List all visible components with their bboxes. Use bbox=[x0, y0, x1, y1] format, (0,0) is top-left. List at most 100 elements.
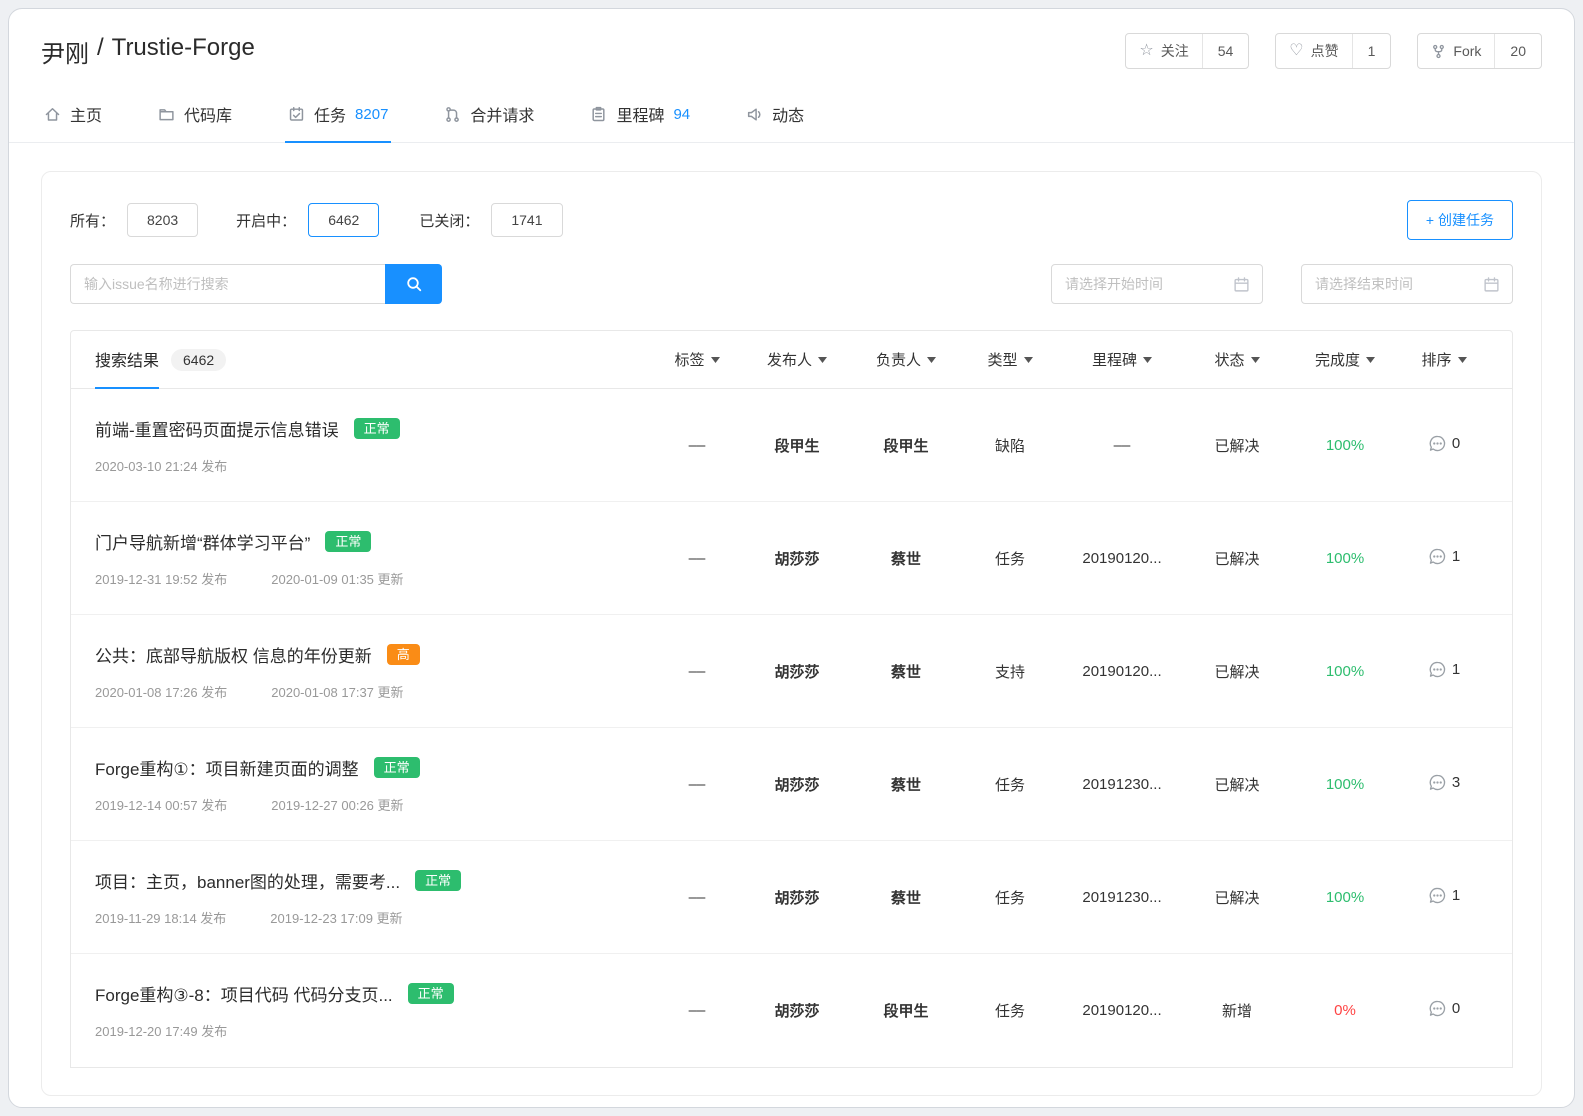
task-type: 支持 bbox=[960, 661, 1060, 682]
caret-down-icon bbox=[1024, 357, 1033, 363]
task-title-link[interactable]: 公共：底部导航版权 信息的年份更新 bbox=[95, 642, 372, 667]
watch-label: 关注 bbox=[1161, 41, 1189, 61]
comment-count: 0 bbox=[1452, 435, 1460, 452]
completion-value: 0% bbox=[1290, 1002, 1400, 1019]
search-icon bbox=[405, 275, 423, 293]
comment-count: 3 bbox=[1452, 774, 1460, 791]
caret-down-icon bbox=[927, 357, 936, 363]
filter-open-count[interactable]: 6462 bbox=[308, 203, 379, 237]
task-updated-time: 2020-01-09 01:35 更新 bbox=[271, 569, 403, 588]
column-header-status[interactable]: 状态 bbox=[1184, 331, 1290, 388]
comments-link[interactable]: 1 bbox=[1428, 886, 1460, 905]
task-meta: 2019-12-31 19:52 发布 2020-01-09 01:35 更新 bbox=[95, 569, 640, 588]
column-header-sort[interactable]: 排序 bbox=[1400, 331, 1488, 388]
tab-count: 94 bbox=[673, 106, 690, 123]
start-date-placeholder: 请选择开始时间 bbox=[1065, 274, 1163, 294]
column-header-milestone[interactable]: 里程碑 bbox=[1060, 331, 1184, 388]
watch-count[interactable]: 54 bbox=[1202, 34, 1249, 68]
priority-badge: 正常 bbox=[408, 983, 454, 1004]
search-results-tab[interactable]: 搜索结果 bbox=[95, 331, 159, 389]
tab-count: 8207 bbox=[355, 106, 388, 123]
priority-badge: 正常 bbox=[374, 757, 420, 778]
task-title-link[interactable]: 项目：主页，banner图的处理，需要考... bbox=[95, 868, 400, 893]
column-header-completion[interactable]: 完成度 bbox=[1290, 331, 1400, 388]
repo-name-link[interactable]: Trustie-Forge bbox=[112, 34, 255, 69]
task-title-link[interactable]: 门户导航新增“群体学习平台” bbox=[95, 529, 310, 554]
task-sort-cell: 1 bbox=[1400, 886, 1488, 909]
issue-search-input[interactable] bbox=[70, 264, 385, 304]
task-assignee: 段甲生 bbox=[852, 1000, 960, 1021]
task-sort-cell: 1 bbox=[1400, 660, 1488, 683]
filter-all-label: 所有： bbox=[70, 210, 115, 231]
column-header-type[interactable]: 类型 bbox=[960, 331, 1060, 388]
repo-owner-link[interactable]: 尹刚 bbox=[41, 34, 89, 69]
comments-link[interactable]: 0 bbox=[1428, 999, 1460, 1018]
comments-link[interactable]: 1 bbox=[1428, 660, 1460, 679]
tasks-panel: 所有： 8203 开启中： 6462 已关闭： 1741 + 创建任务 请选择开… bbox=[41, 171, 1542, 1096]
task-publisher: 胡莎莎 bbox=[742, 661, 852, 682]
activity-icon bbox=[746, 106, 763, 123]
table-row[interactable]: 项目：主页，banner图的处理，需要考... 正常 2019-11-29 18… bbox=[71, 841, 1512, 954]
task-created-time: 2019-12-14 00:57 发布 bbox=[95, 795, 227, 814]
task-sort-cell: 0 bbox=[1400, 434, 1488, 457]
comment-icon bbox=[1428, 434, 1447, 453]
date-filters: 请选择开始时间 请选择结束时间 bbox=[1051, 264, 1513, 304]
task-title-link[interactable]: Forge重构③-8：项目代码 代码分支页... bbox=[95, 981, 393, 1006]
praise-button[interactable]: ♡ 点赞 1 bbox=[1275, 33, 1391, 69]
task-created-time: 2020-01-08 17:26 发布 bbox=[95, 682, 227, 701]
caret-down-icon bbox=[711, 357, 720, 363]
column-header-tag[interactable]: 标签 bbox=[652, 331, 742, 388]
column-header-publisher[interactable]: 发布人 bbox=[742, 331, 852, 388]
tab-merge-requests[interactable]: 合并请求 bbox=[441, 87, 537, 142]
praise-count[interactable]: 1 bbox=[1352, 34, 1391, 68]
results-table: 搜索结果 6462 标签 发布人 负责人 类型 bbox=[70, 330, 1513, 1068]
task-type: 缺陷 bbox=[960, 435, 1060, 456]
watch-button[interactable]: ☆ 关注 54 bbox=[1125, 33, 1249, 69]
table-row[interactable]: Forge重构③-8：项目代码 代码分支页... 正常 2019-12-20 1… bbox=[71, 954, 1512, 1067]
caret-down-icon bbox=[1366, 357, 1375, 363]
start-date-picker[interactable]: 请选择开始时间 bbox=[1051, 264, 1263, 304]
tab-label: 主页 bbox=[70, 102, 102, 126]
comment-count: 0 bbox=[1452, 1000, 1460, 1017]
heart-icon: ♡ bbox=[1289, 43, 1303, 59]
calendar-icon bbox=[1483, 276, 1500, 293]
task-updated-time: 2020-01-08 17:37 更新 bbox=[271, 682, 403, 701]
repo-title-separator: / bbox=[97, 34, 104, 69]
column-header-assignee[interactable]: 负责人 bbox=[852, 331, 960, 388]
table-row[interactable]: 门户导航新增“群体学习平台” 正常 2019-12-31 19:52 发布 20… bbox=[71, 502, 1512, 615]
table-row[interactable]: Forge重构①：项目新建页面的调整 正常 2019-12-14 00:57 发… bbox=[71, 728, 1512, 841]
task-status: 已解决 bbox=[1184, 887, 1290, 908]
task-meta: 2020-01-08 17:26 发布 2020-01-08 17:37 更新 bbox=[95, 682, 640, 701]
fork-button[interactable]: Fork 20 bbox=[1417, 33, 1542, 69]
table-row[interactable]: 公共：底部导航版权 信息的年份更新 高 2020-01-08 17:26 发布 … bbox=[71, 615, 1512, 728]
comments-link[interactable]: 1 bbox=[1428, 547, 1460, 566]
task-created-time: 2019-12-20 17:49 发布 bbox=[95, 1021, 227, 1040]
filter-closed-count[interactable]: 1741 bbox=[491, 203, 562, 237]
search-button[interactable] bbox=[385, 264, 442, 304]
filter-all-count[interactable]: 8203 bbox=[127, 203, 198, 237]
tab-repository[interactable]: 代码库 bbox=[155, 87, 235, 142]
task-meta: 2019-12-14 00:57 发布 2019-12-27 00:26 更新 bbox=[95, 795, 640, 814]
filter-closed-label: 已关闭： bbox=[419, 210, 479, 231]
caret-down-icon bbox=[1251, 357, 1260, 363]
task-title-link[interactable]: Forge重构①：项目新建页面的调整 bbox=[95, 755, 359, 780]
repo-header: 尹刚 / Trustie-Forge ☆ 关注 54 ♡ 点赞 1 bbox=[9, 9, 1574, 87]
tab-milestones[interactable]: 里程碑 94 bbox=[587, 87, 693, 142]
table-row[interactable]: 前端-重置密码页面提示信息错误 正常 2020-03-10 21:24 发布 –… bbox=[71, 389, 1512, 502]
tab-tasks[interactable]: 任务 8207 bbox=[285, 87, 391, 142]
task-publisher: 胡莎莎 bbox=[742, 1000, 852, 1021]
tab-activity[interactable]: 动态 bbox=[743, 87, 807, 142]
task-created-time: 2019-11-29 18:14 发布 bbox=[95, 908, 226, 927]
comments-link[interactable]: 0 bbox=[1428, 434, 1460, 453]
end-date-picker[interactable]: 请选择结束时间 bbox=[1301, 264, 1513, 304]
app-window: 尹刚 / Trustie-Forge ☆ 关注 54 ♡ 点赞 1 bbox=[8, 8, 1575, 1108]
comment-count: 1 bbox=[1452, 661, 1460, 678]
task-sort-cell: 1 bbox=[1400, 547, 1488, 570]
fork-count[interactable]: 20 bbox=[1494, 34, 1541, 68]
task-type: 任务 bbox=[960, 887, 1060, 908]
comment-icon bbox=[1428, 773, 1447, 792]
tab-home[interactable]: 主页 bbox=[41, 87, 105, 142]
comments-link[interactable]: 3 bbox=[1428, 773, 1460, 792]
task-title-link[interactable]: 前端-重置密码页面提示信息错误 bbox=[95, 416, 339, 441]
create-task-button[interactable]: + 创建任务 bbox=[1407, 200, 1513, 240]
